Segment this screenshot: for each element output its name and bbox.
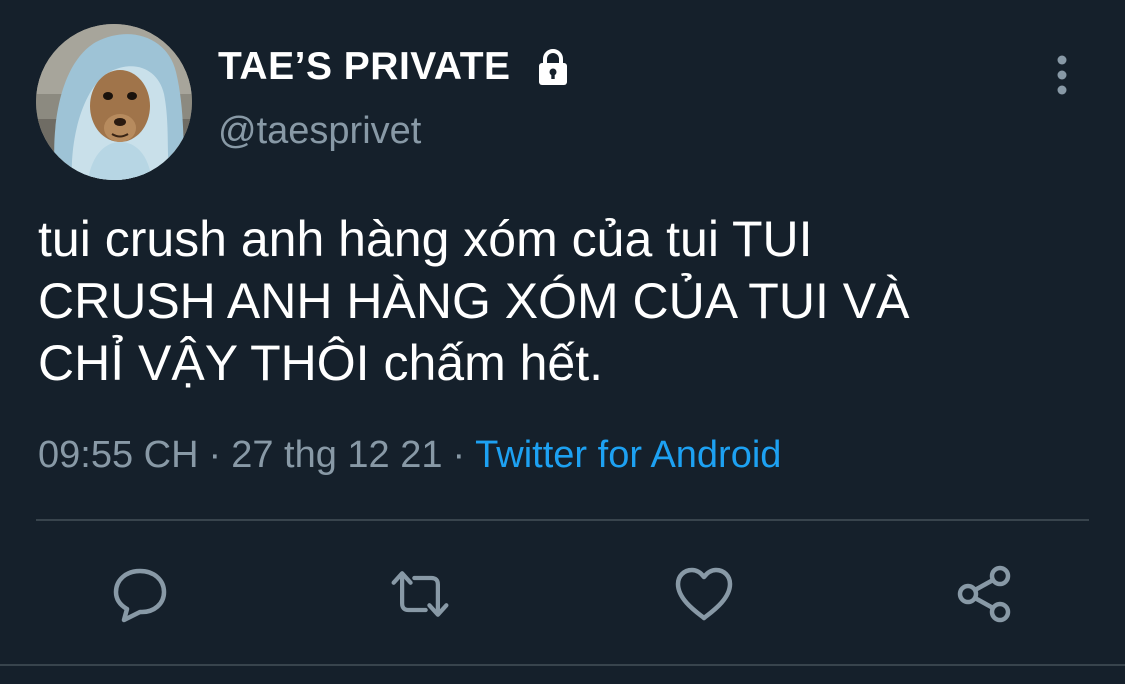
retweet-icon — [391, 571, 449, 617]
like-button[interactable] — [672, 562, 736, 626]
user-handle[interactable]: @taesprivet — [218, 110, 421, 153]
lock-icon — [533, 47, 573, 87]
tweet-time[interactable]: 09:55 CH — [38, 434, 199, 477]
divider — [0, 664, 1125, 666]
tweet-source-link[interactable]: Twitter for Android — [475, 434, 781, 477]
share-icon — [957, 565, 1011, 623]
reply-icon — [113, 568, 167, 623]
retweet-button[interactable] — [388, 562, 452, 626]
more-options-icon[interactable] — [1044, 52, 1080, 98]
tweet-detail: TAE’S PRIVATE @taesprivet tui crush anh … — [0, 0, 1125, 684]
reply-button[interactable] — [108, 562, 172, 626]
share-button[interactable] — [952, 562, 1016, 626]
author-name-row[interactable]: TAE’S PRIVATE — [218, 44, 573, 90]
like-icon — [675, 567, 733, 621]
tweet-date[interactable]: 27 thg 12 21 — [231, 434, 442, 477]
avatar[interactable] — [36, 24, 192, 180]
meta-separator: · — [208, 434, 222, 476]
divider — [36, 519, 1089, 521]
dog-in-hoodie-avatar — [36, 24, 192, 180]
display-name[interactable]: TAE’S PRIVATE — [218, 45, 511, 89]
tweet-meta: 09:55 CH · 27 thg 12 21 · Twitter for An… — [38, 434, 781, 477]
tweet-text: tui crush anh hàng xóm của tui TUI CRUSH… — [38, 211, 910, 391]
meta-separator: · — [452, 434, 466, 476]
